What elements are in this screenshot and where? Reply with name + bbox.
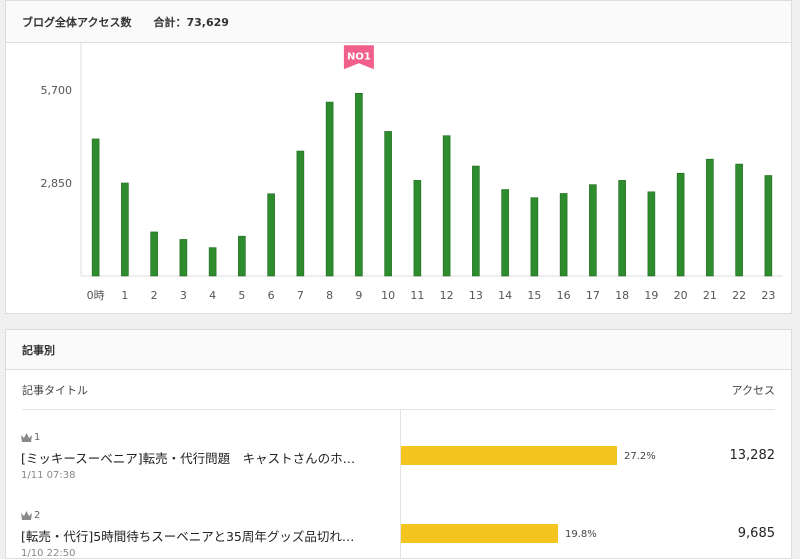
bar-hour-1[interactable]	[121, 182, 129, 277]
x-tick-label: 2	[151, 289, 158, 302]
crown-icon	[21, 433, 32, 442]
access-share-percent: 27.2%	[624, 451, 656, 462]
x-tick-label: 23	[761, 289, 775, 302]
bar-hour-23[interactable]	[764, 175, 773, 277]
bar-hour-11[interactable]	[413, 180, 422, 277]
bar-hour-13[interactable]	[472, 165, 480, 277]
bar-hour-6[interactable]	[267, 193, 275, 277]
bar-hour-7[interactable]	[296, 150, 305, 277]
x-tick-label: 15	[527, 289, 541, 302]
x-tick-label: 19	[644, 289, 658, 302]
access-share-percent: 19.8%	[565, 529, 597, 540]
rank-badge: 2	[21, 510, 40, 521]
article-row[interactable]: 2 [転売・代行]5時間待ちスーベニアと35周年グッズ品切れ… 1/10 22:…	[6, 488, 791, 558]
x-tick-label: 4	[209, 289, 216, 302]
bar-hour-22[interactable]	[735, 163, 743, 277]
bar-hour-15[interactable]	[530, 197, 539, 277]
x-tick-label: 18	[615, 289, 629, 302]
top-rank-badge: NO1	[343, 45, 374, 70]
x-tick-label: 7	[297, 289, 304, 302]
x-tick-label: 3	[180, 289, 187, 302]
x-tick-label: 20	[674, 289, 688, 302]
bar-hour-9[interactable]	[355, 92, 363, 277]
access-count: 13,282	[729, 448, 776, 463]
rank-number: 2	[34, 510, 41, 521]
y-tick-label: 2,850	[41, 177, 73, 190]
x-tick-label: 21	[703, 289, 717, 302]
access-share-bar	[401, 446, 617, 465]
bar-hour-2[interactable]	[150, 231, 158, 277]
x-tick-label: 17	[586, 289, 600, 302]
article-row[interactable]: 1 [ミッキースーベニア]転売・代行問題 キャストさんのホ… 1/11 07:3…	[6, 410, 791, 488]
bar-hour-21[interactable]	[706, 158, 714, 277]
bar-hour-3[interactable]	[179, 239, 188, 277]
column-header-access: アクセス	[731, 384, 775, 397]
bar-hour-19[interactable]	[647, 191, 656, 277]
x-tick-label: 9	[355, 289, 362, 302]
articles-panel-header: 記事別	[6, 330, 791, 370]
x-tick-label: 16	[557, 289, 571, 302]
articles-title: 記事別	[22, 343, 55, 357]
x-tick-label: 14	[498, 289, 512, 302]
bar-hour-10[interactable]	[384, 131, 392, 277]
rank-badge: 1	[21, 432, 40, 443]
bar-hour-4[interactable]	[208, 247, 217, 277]
bar-hour-12[interactable]	[442, 135, 451, 277]
x-tick-label: 8	[326, 289, 333, 302]
x-tick-label: 5	[238, 289, 245, 302]
bar-hour-0[interactable]	[91, 138, 100, 277]
rank-number: 1	[34, 432, 41, 443]
bar-hour-5[interactable]	[238, 235, 246, 277]
bar-hour-16[interactable]	[559, 193, 568, 277]
x-tick-label: 11	[410, 289, 424, 302]
y-tick-label: 5,700	[41, 84, 73, 97]
x-tick-label: 0時	[87, 289, 105, 302]
hourly-access-chart: 5,7002,8500時 1 2 3 4 5 6 7 8 9 10 11 12 13 14 15 16 17 18 1…	[41, 43, 783, 302]
access-share-bar	[401, 524, 558, 543]
access-count: 9,685	[737, 526, 775, 541]
badge-label: NO1	[347, 51, 371, 62]
x-tick-label: 12	[440, 289, 454, 302]
hourly-access-panel: ブログ全体アクセス数 合計：73,629 5,700 2,850 0時 1 2 3 4 5 6 7…	[5, 0, 792, 314]
x-tick-label: 6	[268, 289, 275, 302]
article-title-link[interactable]: [ミッキースーベニア]転売・代行問題 キャストさんのホ…	[21, 448, 391, 467]
bar-hour-20[interactable]	[676, 172, 685, 277]
article-title-link[interactable]: [転売・代行]5時間待ちスーベニアと35周年グッズ品切れ…	[21, 526, 391, 545]
bar-hour-18[interactable]	[618, 180, 626, 277]
x-tick-label: 1	[121, 289, 128, 302]
x-tick-label: 22	[732, 289, 746, 302]
crown-icon	[21, 511, 32, 520]
x-tick-label: 10	[381, 289, 395, 302]
bar-hour-14[interactable]	[501, 189, 509, 277]
articles-panel: 記事別 記事タイトル アクセス 1 [ミッキースーベニア]転売・代行問題 キャス…	[5, 329, 792, 559]
bar-hour-8[interactable]	[325, 101, 334, 277]
bar-hour-17[interactable]	[589, 184, 597, 277]
column-header-title: 記事タイトル	[22, 384, 88, 397]
article-date: 1/11 07:38	[21, 470, 76, 481]
x-tick-label: 13	[469, 289, 483, 302]
